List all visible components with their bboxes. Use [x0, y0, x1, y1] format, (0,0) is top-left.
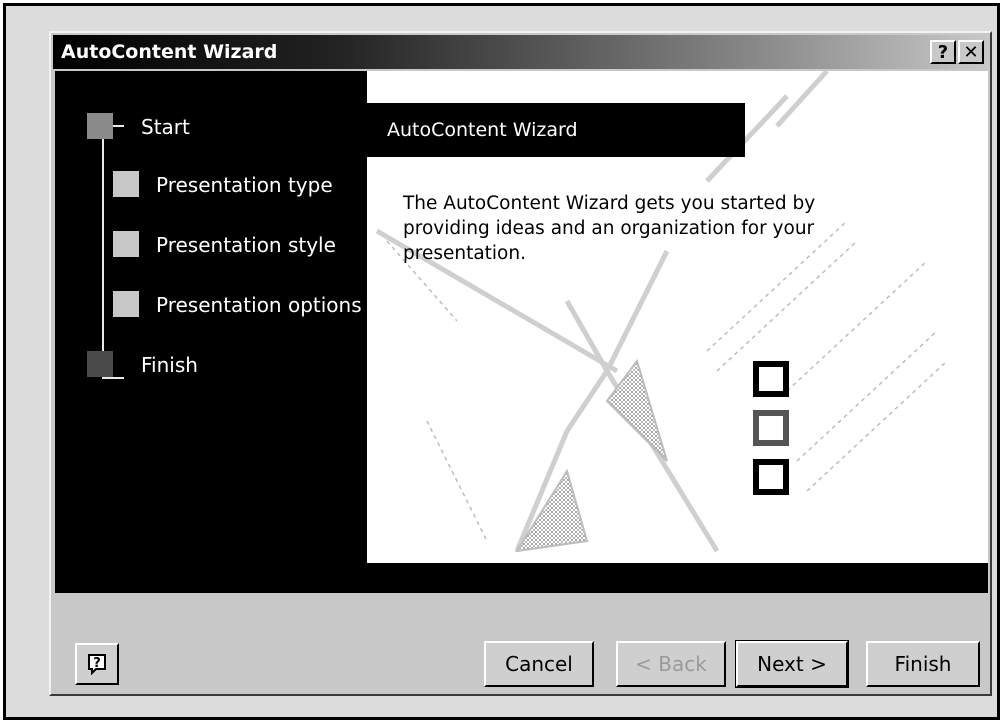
steps-panel: Start Presentation type Presentation sty…: [55, 71, 367, 593]
step-marker-style: [113, 231, 139, 257]
step-presentation-style: Presentation style: [156, 233, 336, 257]
cancel-button[interactable]: Cancel: [484, 641, 594, 687]
back-button[interactable]: < Back: [616, 641, 726, 687]
content-description: The AutoContent Wizard gets you started …: [403, 193, 816, 264]
close-icon: ✕: [963, 41, 979, 63]
help-button[interactable]: ?: [75, 643, 119, 685]
context-help-button[interactable]: ?: [930, 40, 956, 64]
screen-frame: AutoContent Wizard ? ✕ Start Presentatio…: [3, 3, 1000, 720]
step-marker-start: [87, 113, 113, 139]
help-icon: ?: [88, 654, 106, 675]
finish-button[interactable]: Finish: [866, 641, 980, 687]
step-marker-type: [113, 171, 139, 197]
step-marker-options: [113, 291, 139, 317]
next-button[interactable]: Next >: [735, 640, 849, 688]
step-marker-finish: [87, 351, 113, 377]
wizard-dialog: AutoContent Wizard ? ✕ Start Presentatio…: [49, 31, 992, 696]
step-presentation-options: Presentation options: [156, 293, 362, 317]
content-panel: AutoContent Wizard The AutoContent Wizar…: [367, 71, 988, 563]
window-title: AutoContent Wizard: [61, 41, 278, 63]
steps-connector: [102, 125, 104, 379]
close-button[interactable]: ✕: [958, 40, 984, 64]
step-finish: Finish: [141, 353, 198, 377]
question-icon: ?: [937, 41, 949, 63]
panel-bottom-strip: [367, 563, 988, 593]
title-bar[interactable]: AutoContent Wizard ? ✕: [53, 35, 988, 69]
button-bar: ? Cancel < Back Next > Finish: [55, 595, 988, 691]
content-header: AutoContent Wizard: [367, 103, 745, 157]
svg-text:?: ?: [93, 656, 101, 671]
step-start: Start: [141, 115, 190, 139]
step-presentation-type: Presentation type: [156, 173, 333, 197]
connector-finish: [102, 377, 124, 379]
